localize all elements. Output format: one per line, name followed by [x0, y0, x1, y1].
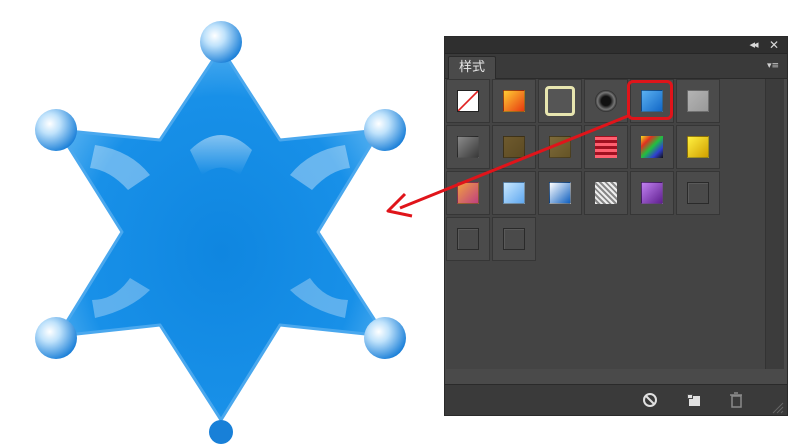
style-brown-inset-preview [503, 136, 525, 158]
style-swatch-style-empty-box-2[interactable] [492, 217, 536, 261]
new-style-icon[interactable] [685, 391, 703, 409]
clear-style-icon[interactable] [641, 391, 659, 409]
star-tip-ball-right-lower [364, 317, 406, 359]
style-ocean-preview [549, 182, 571, 204]
star-tip-ball-right-upper [364, 109, 406, 151]
style-empty-box-2-preview [503, 228, 525, 250]
star-tip-ball-left-lower [35, 317, 77, 359]
style-swatch-style-red-glow[interactable] [492, 79, 536, 123]
style-none-preview [457, 90, 479, 112]
trash-icon[interactable] [727, 391, 745, 409]
style-empty-box-1-preview [457, 228, 479, 250]
panel-tab-row: 样式 ▾≡ [445, 54, 787, 79]
style-sunset-preview [457, 182, 479, 204]
style-sparkle-preview [595, 182, 617, 204]
style-swatch-style-ocean[interactable] [538, 171, 582, 215]
selected-style-highlight [627, 80, 673, 120]
document-canvas [0, 0, 440, 444]
style-swatch-style-sky[interactable] [492, 171, 536, 215]
style-gold-preview [687, 136, 709, 158]
style-swatch-style-steel[interactable] [446, 125, 490, 169]
style-swatch-grid [446, 79, 766, 369]
style-dark-bevel-preview [687, 182, 709, 204]
style-swatch-style-dark-bevel[interactable] [676, 171, 720, 215]
style-outline-frame-preview [545, 86, 575, 116]
star-tip-ball-bottom [209, 420, 233, 444]
star-tip-ball-top [200, 21, 242, 63]
style-swatch-style-sunset[interactable] [446, 171, 490, 215]
style-swatch-style-none[interactable] [446, 79, 490, 123]
style-bronze-preview [549, 136, 571, 158]
style-swatch-style-rainbow[interactable] [630, 125, 674, 169]
style-swatch-style-red-stripes[interactable] [584, 125, 628, 169]
style-swatch-style-brown-inset[interactable] [492, 125, 536, 169]
style-black-ring-preview [595, 90, 617, 112]
tab-styles[interactable]: 样式 [448, 56, 497, 79]
style-swatch-style-gold[interactable] [676, 125, 720, 169]
style-steel-preview [457, 136, 479, 158]
star-tip-ball-left-upper [35, 109, 77, 151]
panel-menu-icon[interactable]: ▾≡ [767, 60, 781, 72]
style-swatch-style-gray-flat[interactable] [676, 79, 720, 123]
style-swatch-style-purple[interactable] [630, 171, 674, 215]
style-gray-flat-preview [687, 90, 709, 112]
style-swatch-style-black-ring[interactable] [584, 79, 628, 123]
star-body [56, 46, 387, 422]
panel-bottom-bar [445, 384, 787, 415]
style-swatch-style-bronze[interactable] [538, 125, 582, 169]
style-swatch-style-outline-frame[interactable] [538, 79, 582, 123]
style-purple-preview [641, 182, 663, 204]
collapse-icon[interactable]: ◂◂ [745, 38, 761, 52]
close-icon[interactable]: ✕ [767, 38, 781, 52]
style-red-stripes-preview [595, 136, 617, 158]
style-sky-preview [503, 182, 525, 204]
panel-titlebar[interactable]: ◂◂ ✕ [445, 37, 787, 54]
scrollbar[interactable] [765, 79, 784, 369]
style-rainbow-preview [641, 136, 663, 158]
style-swatch-style-empty-box-1[interactable] [446, 217, 490, 261]
style-swatch-style-sparkle[interactable] [584, 171, 628, 215]
styles-panel: ◂◂ ✕ 样式 ▾≡ [444, 36, 788, 416]
style-red-glow-preview [503, 90, 525, 112]
sheriff-star-shape [35, 21, 406, 444]
resize-grip-icon[interactable] [767, 397, 785, 415]
